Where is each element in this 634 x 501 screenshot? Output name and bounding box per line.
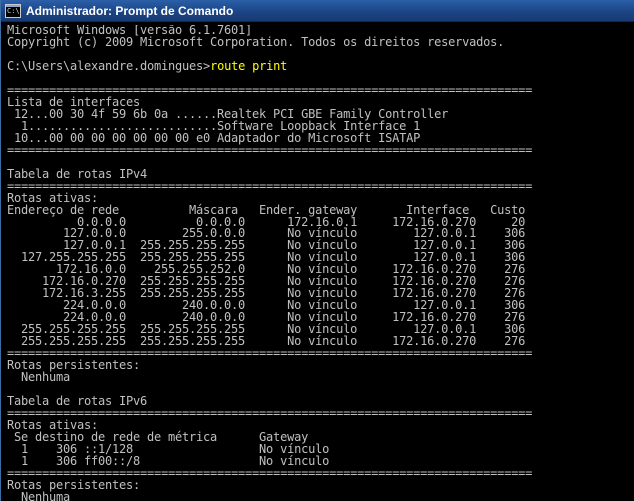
persistent-routes-value: Nenhuma (7, 370, 71, 385)
separator-line: ========================================… (7, 178, 533, 193)
command-prompt-icon[interactable]: C:\ (5, 3, 21, 18)
console-output[interactable]: Microsoft Windows [versão 6.1.7601] Copy… (7, 25, 629, 501)
prompt-path: C:\Users\alexandre.domingues> (7, 58, 211, 73)
console-line: Copyright (c) 2009 Microsoft Corporation… (7, 34, 505, 49)
title-bar[interactable]: C:\ Administrador: Prompt de Comando (1, 0, 634, 22)
command-prompt-window: C:\ Administrador: Prompt de Comando Mic… (0, 0, 634, 501)
persistent-routes-heading: Rotas persistentes: (7, 477, 141, 492)
command-line: C:\Users\alexandre.domingues>route print (7, 58, 629, 73)
persistent-routes-heading: Rotas persistentes: (7, 358, 141, 373)
separator-line: ========================================… (7, 406, 533, 420)
window-title: Administrador: Prompt de Comando (26, 3, 234, 18)
typed-command: route print (210, 58, 288, 73)
separator-line: ========================================… (7, 142, 533, 157)
persistent-routes-value: Nenhuma (7, 489, 71, 501)
